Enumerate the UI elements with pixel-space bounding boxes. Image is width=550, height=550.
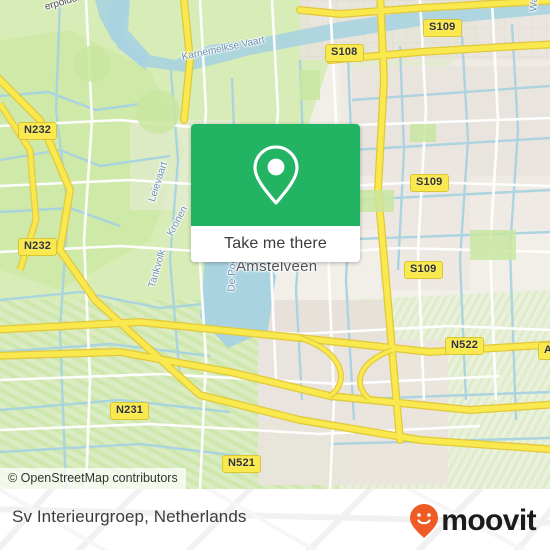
map-attribution[interactable]: © OpenStreetMap contributors	[0, 468, 186, 489]
card-pin-area	[191, 124, 360, 226]
map-pin-icon	[252, 145, 299, 205]
road-shield: N522	[445, 337, 485, 355]
moovit-smiley-pin-icon	[410, 504, 439, 538]
moovit-logo[interactable]: moovit	[409, 503, 537, 539]
take-me-there-label: Take me there	[224, 235, 327, 252]
road-shield: N232	[18, 122, 58, 140]
road-shield: N231	[110, 402, 150, 420]
road-shield: S109	[410, 174, 449, 192]
map-label-waterway: Watering	[529, 0, 541, 12]
moovit-wordmark: moovit	[441, 504, 536, 537]
road-shield: A9	[538, 342, 550, 360]
take-me-there-button[interactable]: Take me there	[191, 226, 360, 262]
road-shield: S109	[423, 19, 462, 37]
road-shield: S108	[325, 44, 364, 62]
moovit-location-card: N232 N232 N231 N521 S108 S109 S109 S109 …	[0, 0, 550, 550]
footer-bar: Sv Interieurgroep, Netherlands moovit	[0, 489, 550, 550]
road-shield: S109	[404, 261, 443, 279]
take-me-there-card[interactable]: Take me there	[191, 124, 360, 262]
location-title: Sv Interieurgroep, Netherlands	[12, 507, 247, 526]
road-shield: N232	[18, 238, 58, 256]
road-shield: N521	[222, 455, 262, 473]
